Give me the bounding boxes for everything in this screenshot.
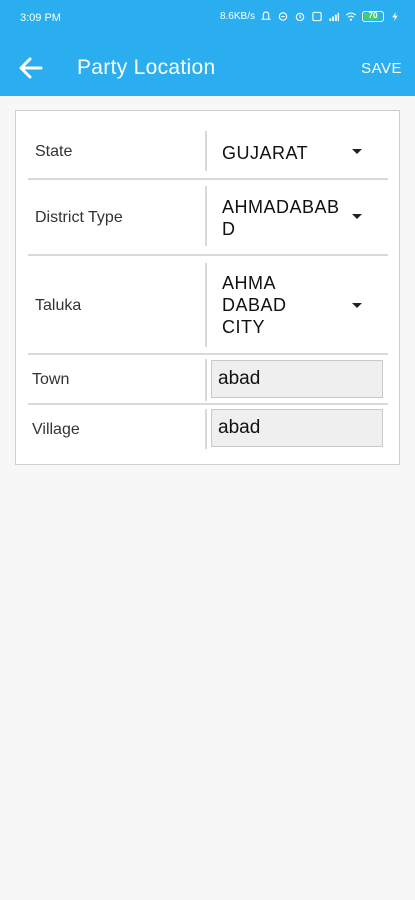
divider [28,254,388,256]
toolbar: Party Location SAVE [0,40,415,96]
save-button[interactable]: SAVE [361,60,402,77]
app-bar: 3:09 PM 8.6KB/s 70 Party Location SAVE [0,0,415,96]
dropdown-arrow-icon [352,303,362,308]
battery-icon: 70 [362,11,384,22]
state-label: State [35,143,73,160]
arrow-back-icon [19,57,43,79]
village-input[interactable]: abad [211,409,383,447]
divider [205,186,207,246]
town-label: Town [32,371,70,388]
state-dropdown[interactable]: GUJARAT [208,131,388,179]
charging-icon [392,11,398,22]
district-value-line-1: AHMADABAB [222,197,340,217]
status-bar: 3:09 PM 8.6KB/s 70 [0,0,415,36]
taluka-value-line-1: AHMA [222,273,277,293]
taluka-dropdown[interactable]: AHMA DABAD CITY [208,263,388,351]
network-speed: 8.6KB/s [219,11,255,22]
location-form-card: State GUJARAT District Type AHMADABAB D … [15,110,400,465]
divider [205,359,207,401]
divider [205,263,207,347]
dropdown-arrow-icon [352,149,362,154]
taluka-value-line-2: DABAD [222,295,287,315]
divider [28,178,388,180]
status-icons: 8.6KB/s 70 [220,11,401,22]
divider [28,403,388,405]
district-label: District Type [35,209,123,226]
divider [28,353,388,355]
district-dropdown[interactable]: AHMADABAB D [208,186,388,252]
divider [205,131,207,171]
back-button[interactable] [14,52,48,84]
district-value-line-2: D [222,219,236,239]
dropdown-arrow-icon [352,214,362,219]
status-time: 3:09 PM [20,12,61,24]
sim-icon [312,11,322,22]
taluka-value-line-3: CITY [222,317,266,337]
state-value: GUJARAT [222,143,309,163]
signal-icon [329,12,340,22]
page-title: Party Location [77,56,216,79]
sync-icon [278,12,288,21]
village-label: Village [32,421,80,438]
taluka-label: Taluka [35,297,82,314]
town-input[interactable]: abad [211,360,383,398]
divider [205,409,207,449]
notification-icon [261,11,271,20]
wifi-icon [346,12,356,21]
alarm-icon [295,12,305,22]
